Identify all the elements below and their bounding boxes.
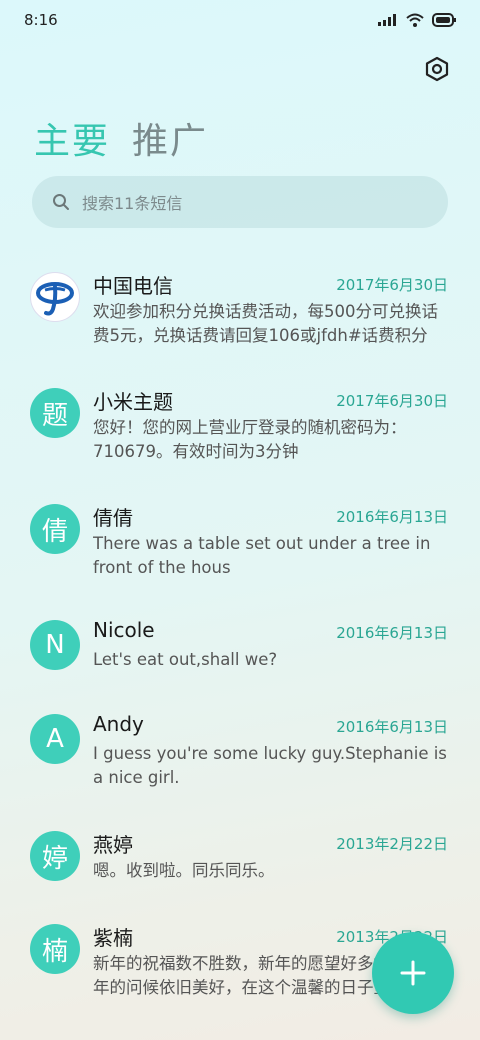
new-message-button[interactable] xyxy=(372,932,454,1014)
contact-name: 中国电信 xyxy=(93,274,173,298)
contact-name: 倩倩 xyxy=(93,506,133,530)
search-input[interactable]: 搜索11条短信 xyxy=(32,176,448,228)
hexagon-settings-icon xyxy=(425,56,449,82)
tab-bar: 主要 推广 xyxy=(34,112,208,164)
message-preview: 欢迎参加积分兑换话费活动，每500分可兑换话费5元，兑换话费请回复106或jfd… xyxy=(93,302,438,345)
status-icons xyxy=(378,13,456,27)
contact-name: Andy xyxy=(93,712,144,736)
message-date: 2016年6月13日 xyxy=(336,718,448,736)
tab-promotion[interactable]: 推广 xyxy=(132,112,208,164)
settings-button[interactable] xyxy=(422,54,452,84)
message-preview: There was a table set out under a tree i… xyxy=(93,534,431,577)
message-preview: I guess you're some lucky guy.Stephanie … xyxy=(93,744,447,787)
wifi-icon xyxy=(406,13,424,27)
contact-name: Nicole xyxy=(93,618,155,642)
message-date: 2016年6月13日 xyxy=(336,508,448,526)
message-date: 2017年6月30日 xyxy=(336,392,448,410)
contact-name: 燕婷 xyxy=(93,833,133,857)
plus-icon xyxy=(400,960,426,986)
contact-name: 小米主题 xyxy=(93,390,173,414)
message-date: 2016年6月13日 xyxy=(336,624,448,642)
message-date: 2013年2月22日 xyxy=(336,835,448,853)
message-preview: 嗯。收到啦。同乐同乐。 xyxy=(93,861,275,880)
battery-icon xyxy=(432,13,456,27)
avatar: 倩 xyxy=(30,504,80,554)
status-time: 8:16 xyxy=(24,11,58,29)
avatar: A xyxy=(30,714,80,764)
message-preview: Let's eat out,shall we? xyxy=(93,650,278,669)
avatar: N xyxy=(30,620,80,670)
avatar xyxy=(30,272,80,322)
signal-icon xyxy=(378,14,396,26)
avatar: 题 xyxy=(30,388,80,438)
message-preview: 您好！您的网上营业厅登录的随机密码为：710679。有效时间为3分钟 xyxy=(93,418,407,461)
message-date: 2017年6月30日 xyxy=(336,276,448,294)
search-icon xyxy=(53,194,69,210)
china-telecom-logo-icon xyxy=(36,282,74,316)
avatar: 楠 xyxy=(30,924,80,974)
search-placeholder: 搜索11条短信 xyxy=(82,194,183,213)
status-bar: 8:16 xyxy=(0,0,480,40)
tab-primary[interactable]: 主要 xyxy=(34,112,110,164)
contact-name: 紫楠 xyxy=(93,926,133,950)
avatar: 婷 xyxy=(30,831,80,881)
